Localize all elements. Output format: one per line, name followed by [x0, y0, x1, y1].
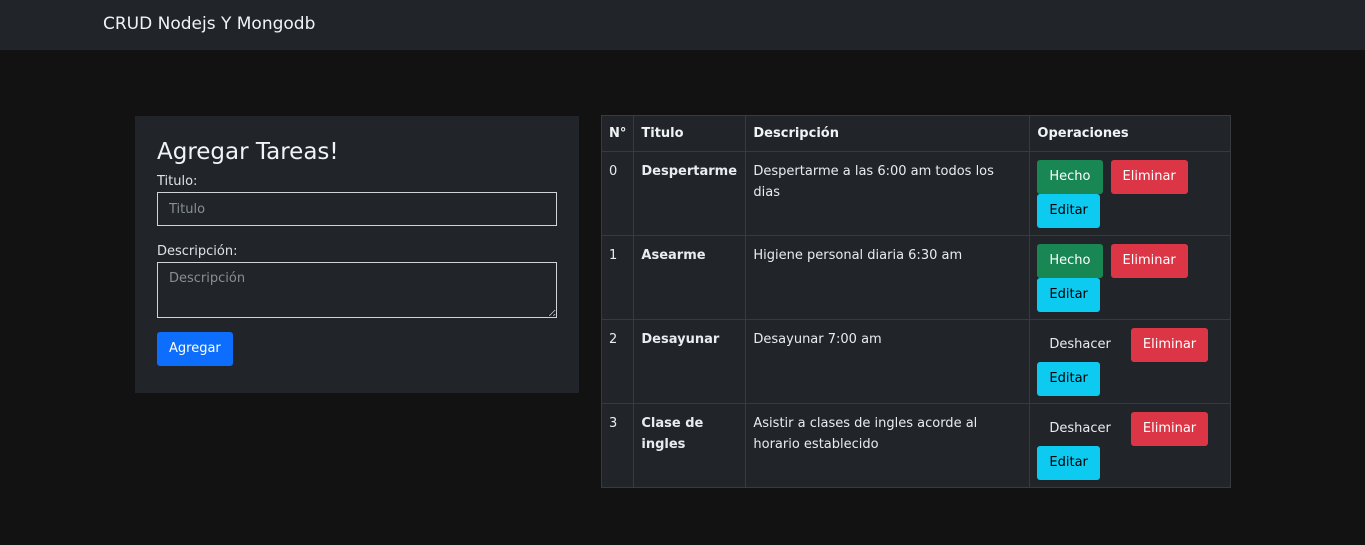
row-operaciones: Deshacer Eliminar Editar — [1029, 319, 1231, 404]
ops-primary-actions: Hecho Eliminar — [1037, 160, 1223, 194]
navbar: CRUD Nodejs Y Mongodb — [0, 0, 1365, 50]
table-row: 1 Asearme Higiene personal diaria 6:30 am H… — [600, 235, 1231, 320]
navbar-brand[interactable]: CRUD Nodejs Y Mongodb — [103, 14, 315, 34]
table-row: 0 Despertarme Despertarme a las 6:00 am to… — [600, 151, 1231, 236]
table-header-row: N° Titulo Descripción Operaciones — [600, 115, 1231, 152]
table-row: 3 Clase de ingles Asistir a clases de ingl… — [600, 403, 1231, 488]
row-operaciones: Hecho Eliminar Editar — [1029, 151, 1231, 236]
agregar-button[interactable]: Agregar — [157, 332, 233, 366]
row-operaciones: Hecho Eliminar Editar — [1029, 235, 1231, 320]
eliminar-button[interactable]: Eliminar — [1110, 160, 1188, 194]
descripcion-label: Descripción: — [157, 244, 238, 259]
ops-primary-actions: Hecho Eliminar — [1037, 244, 1223, 278]
deshacer-button[interactable]: Deshacer — [1037, 328, 1122, 362]
titulo-input[interactable] — [157, 192, 557, 226]
hecho-button[interactable]: Hecho — [1037, 244, 1103, 278]
row-descripcion: Despertarme a las 6:00 am todos los dias — [745, 151, 1031, 236]
header-titulo: Titulo — [633, 115, 747, 152]
row-titulo: Despertarme — [633, 151, 747, 236]
header-operaciones: Operaciones — [1029, 115, 1231, 152]
ops-primary-actions: Deshacer Eliminar — [1037, 328, 1223, 362]
row-number: 2 — [600, 319, 635, 404]
ops-secondary-actions: Editar — [1037, 278, 1223, 312]
add-task-card: Agregar Tareas! Titulo: Descripción: Agr… — [135, 116, 579, 393]
editar-button[interactable]: Editar — [1037, 446, 1100, 480]
row-number: 1 — [600, 235, 635, 320]
ops-secondary-actions: Editar — [1037, 446, 1223, 480]
row-number: 0 — [600, 151, 635, 236]
eliminar-button[interactable]: Eliminar — [1110, 244, 1188, 278]
row-operaciones: Deshacer Eliminar Editar — [1029, 403, 1231, 488]
form-title: Agregar Tareas! — [157, 139, 339, 165]
editar-button[interactable]: Editar — [1037, 362, 1100, 396]
eliminar-button[interactable]: Eliminar — [1130, 328, 1209, 362]
ops-secondary-actions: Editar — [1037, 194, 1223, 228]
titulo-label: Titulo: — [157, 174, 198, 189]
editar-button[interactable]: Editar — [1037, 194, 1100, 228]
row-descripcion: Desayunar 7:00 am — [745, 319, 1031, 404]
row-descripcion: Higiene personal diaria 6:30 am — [745, 235, 1031, 320]
deshacer-button[interactable]: Deshacer — [1037, 412, 1122, 446]
descripcion-textarea[interactable] — [157, 262, 557, 318]
header-descripcion: Descripción — [745, 115, 1031, 152]
row-titulo: Clase de ingles — [633, 403, 747, 488]
tasks-table: N° Titulo Descripción Operaciones 0 Despe… — [600, 115, 1231, 488]
row-titulo: Asearme — [633, 235, 747, 320]
ops-primary-actions: Deshacer Eliminar — [1037, 412, 1223, 446]
eliminar-button[interactable]: Eliminar — [1130, 412, 1209, 446]
hecho-button[interactable]: Hecho — [1037, 160, 1103, 194]
header-n: N° — [600, 115, 635, 152]
ops-secondary-actions: Editar — [1037, 362, 1223, 396]
row-descripcion: Asistir a clases de ingles acorde al hor… — [745, 403, 1031, 488]
editar-button[interactable]: Editar — [1037, 278, 1100, 312]
row-number: 3 — [600, 403, 635, 488]
table-row: 2 Desayunar Desayunar 7:00 am Deshacer Elimi… — [600, 319, 1231, 404]
row-titulo: Desayunar — [633, 319, 747, 404]
